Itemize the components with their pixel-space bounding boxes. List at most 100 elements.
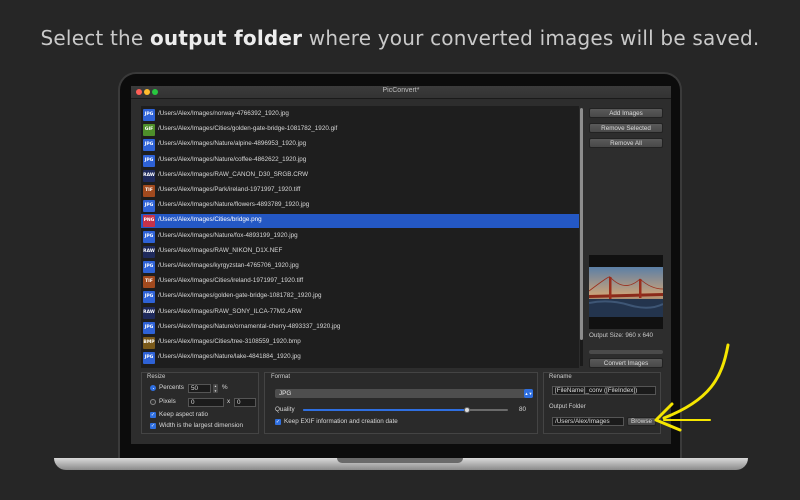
file-row[interactable]: JPG/Users/Alex/Images/golden-gate-bridge… [141, 290, 579, 304]
file-path: /Users/Alex/Images/RAW_SONY_ILCA-77M2.AR… [158, 307, 302, 315]
file-type-icon: RAW [143, 306, 155, 319]
file-list-scrollbar[interactable] [580, 108, 583, 366]
file-type-icon: PNG [143, 215, 155, 228]
scrollbar-thumb[interactable] [580, 108, 583, 340]
file-row[interactable]: JPG/Users/Alex/Images/Nature/coffee-4862… [141, 154, 579, 168]
file-row[interactable]: BMP/Users/Alex/Images/Cities/tree-310855… [141, 336, 579, 350]
file-type-icon: RAW [143, 169, 155, 182]
file-row[interactable]: JPG/Users/Alex/Images/Nature/ornamental-… [141, 321, 579, 335]
output-folder-label: Output Folder [549, 404, 586, 410]
laptop-notch [337, 458, 463, 463]
resize-label: Resize [147, 374, 166, 380]
bridge-thumbnail-icon [589, 267, 663, 317]
quality-label: Quality [275, 406, 295, 413]
add-images-button[interactable]: Add Images [589, 108, 663, 118]
file-row[interactable]: RAW/Users/Alex/Images/RAW_CANON_D30_SRGB… [141, 169, 579, 183]
pixels-label: Pixels [159, 398, 176, 405]
file-path: /Users/Alex/Images/Cities/tree-3108559_1… [158, 338, 301, 345]
file-type-icon: RAW [143, 245, 155, 258]
file-type-icon: JPG [143, 352, 155, 365]
title-bar: PicConvert* [131, 86, 671, 99]
file-row[interactable]: JPG/Users/Alex/Images/kyrgyzstan-4765706… [141, 260, 579, 274]
file-row[interactable]: PNG/Users/Alex/Images/Cities/bridge.png [141, 214, 579, 229]
file-path: /Users/Alex/Images/Cities/golden-gate-br… [158, 125, 338, 133]
output-size-text: Output Size: 960 x 640 [589, 332, 654, 339]
file-path: /Users/Alex/Images/Nature/fox-4893199_19… [158, 231, 298, 239]
file-row[interactable]: GIF/Users/Alex/Images/Cities/golden-gate… [141, 123, 579, 137]
headline: Select the output folder where your conv… [0, 26, 800, 50]
file-type-icon: JPG [143, 200, 155, 213]
file-type-icon: JPG [143, 139, 155, 152]
headline-post: where your converted images will be save… [302, 26, 760, 50]
file-row[interactable]: RAW/Users/Alex/Images/RAW_SONY_ILCA-77M2… [141, 306, 579, 320]
file-path: /Users/Alex/Images/Park/ireland-1971997_… [158, 186, 301, 193]
window-title: PicConvert* [382, 87, 420, 94]
conversion-progress-bar [589, 350, 663, 354]
width-largest-label: Width is the largest dimension [159, 422, 243, 429]
file-type-icon: JPG [143, 109, 155, 121]
file-path: /Users/Alex/Images/RAW_NIKON_D1X.NEF [158, 246, 283, 254]
format-panel: Format JPG ▲▼ Quality 80 ✓ Keep EXIF inf… [264, 372, 538, 434]
quality-slider-knob[interactable] [464, 407, 470, 413]
file-path: /Users/Alex/Images/golden-gate-bridge-10… [158, 292, 322, 300]
resize-panel: Resize Percents 50 ▲ ▼ % Pixels 0 x 0 ✓ K… [141, 372, 259, 434]
file-list[interactable]: JPG/Users/Alex/Images/norway-4766392_192… [141, 106, 579, 368]
format-selected-value: JPG [279, 390, 292, 397]
browse-button[interactable]: Browse [627, 417, 656, 426]
percents-stepper[interactable]: ▲ ▼ [213, 384, 218, 393]
file-type-icon: GIF [143, 124, 155, 137]
file-type-icon: JPG [143, 230, 155, 243]
image-preview [589, 255, 663, 329]
file-type-icon: JPG [143, 291, 155, 304]
file-type-icon: JPG [143, 154, 155, 167]
file-row[interactable]: TIF/Users/Alex/Images/Park/ireland-19719… [141, 184, 579, 198]
pixels-radio[interactable] [150, 399, 156, 405]
file-type-icon: JPG [143, 321, 155, 334]
file-type-icon: TIF [143, 276, 155, 289]
app-window: PicConvert* JPG/Users/Alex/Images/norway… [131, 86, 671, 444]
file-row[interactable]: JPG/Users/Alex/Images/Nature/flowers-489… [141, 199, 579, 213]
headline-bold: output folder [149, 26, 303, 50]
pixels-x-separator: x [227, 398, 231, 405]
file-row[interactable]: JPG/Users/Alex/Images/Nature/lake-484188… [141, 351, 579, 365]
keep-exif-checkbox[interactable]: ✓ [275, 419, 281, 425]
width-largest-checkbox[interactable]: ✓ [150, 423, 156, 429]
file-row[interactable]: JPG/Users/Alex/Images/Nature/fox-4893199… [141, 230, 579, 244]
keep-exif-label: Keep EXIF information and creation date [284, 418, 398, 425]
file-row[interactable]: JPG/Users/Alex/Images/Nature/alpine-4896… [141, 138, 579, 152]
file-path: /Users/Alex/Images/norway-4766392_1920.j… [158, 110, 289, 117]
file-row[interactable]: RAW/Users/Alex/Images/RAW_NIKON_D1X.NEF [141, 245, 579, 259]
file-row[interactable]: JPG/Users/Alex/Images/norway-4766392_192… [141, 108, 579, 122]
file-path: /Users/Alex/Images/Nature/ornamental-che… [158, 322, 341, 330]
percents-input[interactable]: 50 [188, 384, 211, 393]
rename-label: Rename [549, 374, 572, 380]
chevron-updown-icon: ▲▼ [524, 389, 533, 398]
file-path: /Users/Alex/Images/Nature/alpine-4896953… [158, 140, 307, 148]
remove-all-button[interactable]: Remove All [589, 138, 663, 148]
percents-label: Percents [159, 384, 184, 391]
keep-aspect-checkbox[interactable]: ✓ [150, 412, 156, 418]
file-path: /Users/Alex/Images/Cities/ireland-197199… [158, 277, 304, 285]
file-type-icon: TIF [143, 185, 155, 197]
pixels-width-input[interactable]: 0 [188, 398, 224, 407]
file-path: /Users/Alex/Images/RAW_CANON_D30_SRGB.CR… [158, 170, 309, 178]
remove-selected-button[interactable]: Remove Selected [589, 123, 663, 133]
percent-sign: % [222, 384, 228, 391]
headline-pre: Select the [40, 26, 150, 50]
file-path: /Users/Alex/Images/Nature/flowers-489378… [158, 201, 310, 209]
format-select[interactable]: JPG ▲▼ [275, 389, 533, 398]
rename-output-panel: Rename [FileName]_conv ([FileIndex]) Out… [543, 372, 661, 434]
pixels-height-input[interactable]: 0 [234, 398, 256, 407]
file-type-icon: BMP [143, 337, 155, 349]
percents-radio[interactable] [150, 385, 156, 391]
output-folder-input[interactable]: /Users/Alex/Images [552, 417, 624, 426]
file-row[interactable]: TIF/Users/Alex/Images/Cities/ireland-197… [141, 275, 579, 289]
file-type-icon: JPG [143, 261, 155, 273]
rename-pattern-input[interactable]: [FileName]_conv ([FileIndex]) [552, 386, 656, 395]
file-path: /Users/Alex/Images/Nature/lake-4841884_1… [158, 353, 301, 361]
keep-aspect-label: Keep aspect ratio [159, 411, 209, 418]
quality-slider-fill [303, 409, 467, 411]
quality-value: 80 [519, 406, 527, 413]
convert-images-button[interactable]: Convert Images [589, 358, 663, 368]
quality-slider[interactable] [303, 407, 508, 413]
